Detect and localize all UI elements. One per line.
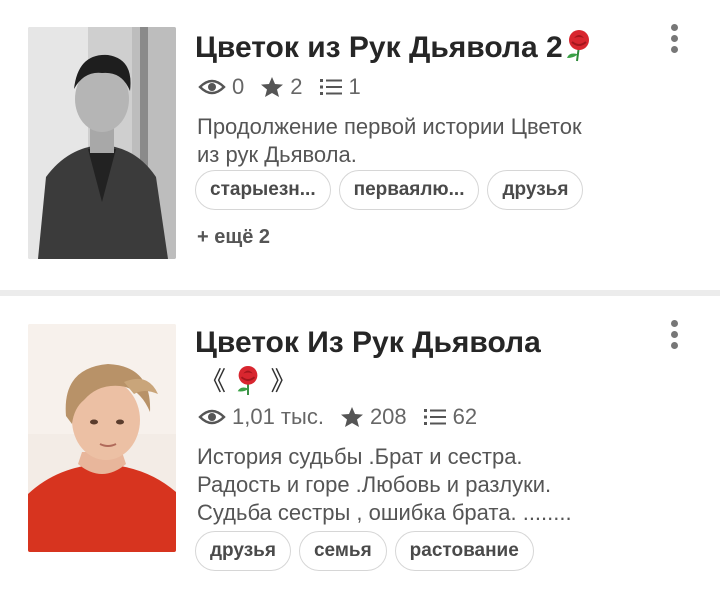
story-card[interactable]: Цветок из Рук Дьявола 2 0 2 1 Продолжени… bbox=[0, 0, 720, 290]
story-description: Продолжение первой истории Цветок из рук… bbox=[197, 114, 582, 167]
views-count: 1,01 тыс. bbox=[232, 404, 324, 429]
tag-chip[interactable]: растование bbox=[394, 531, 534, 571]
story-tags: старыезн... перваялю... друзья bbox=[195, 170, 591, 210]
eye-icon bbox=[198, 79, 226, 95]
rose-icon bbox=[563, 28, 595, 70]
rose-icon bbox=[233, 364, 263, 402]
story-title[interactable]: Цветок из Рук Дьявола 2 bbox=[195, 28, 595, 70]
eye-icon bbox=[198, 409, 226, 425]
more-tags-link[interactable]: + ещё 2 bbox=[197, 226, 270, 249]
more-vertical-icon[interactable] bbox=[664, 24, 684, 57]
votes-count: 208 bbox=[369, 404, 407, 429]
story-title[interactable]: Цветок Из Рук Дьявола bbox=[195, 326, 541, 360]
tag-chip[interactable]: друзья bbox=[195, 531, 291, 571]
views-count: 0 bbox=[232, 74, 245, 99]
list-icon bbox=[423, 409, 446, 425]
votes-count: 2 bbox=[290, 74, 303, 99]
tag-chip[interactable]: друзья bbox=[487, 170, 584, 210]
story-stats: 0 2 1 bbox=[198, 74, 377, 100]
parts-count: 62 bbox=[452, 404, 478, 429]
star-icon bbox=[261, 77, 284, 97]
story-stats: 1,01 тыс. 208 62 bbox=[198, 404, 493, 430]
story-cover-image[interactable] bbox=[28, 27, 176, 259]
story-tags: друзья семья растование bbox=[195, 531, 542, 571]
star-icon bbox=[340, 407, 363, 427]
more-vertical-icon[interactable] bbox=[664, 320, 684, 353]
tag-chip[interactable]: старыезн... bbox=[195, 170, 331, 210]
story-cover-image[interactable] bbox=[28, 324, 176, 552]
story-title-line2[interactable]: 《 》 bbox=[200, 364, 297, 402]
tag-chip[interactable]: перваялю... bbox=[338, 170, 480, 210]
tag-chip[interactable]: семья bbox=[298, 531, 387, 571]
story-card[interactable]: Цветок Из Рук Дьявола 《 》 1,01 тыс. 208 … bbox=[0, 296, 720, 604]
list-icon bbox=[319, 79, 342, 95]
story-description: История судьбы .Брат и сестра. Радость и… bbox=[197, 444, 572, 525]
parts-count: 1 bbox=[348, 74, 361, 99]
